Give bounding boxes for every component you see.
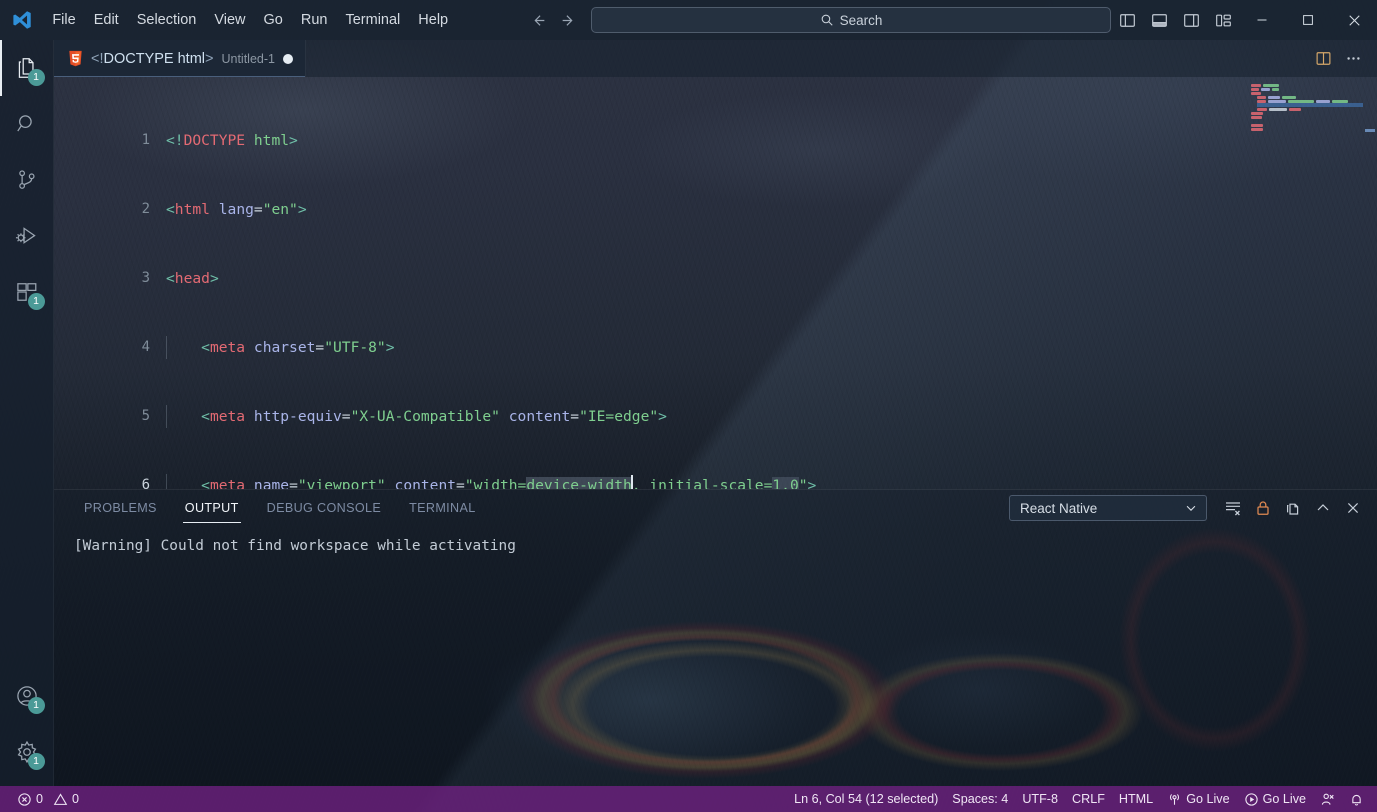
chevron-up-icon[interactable]	[1309, 494, 1337, 522]
editor-selection-status[interactable]: Ln 6, Col 54 (12 selected)	[787, 786, 945, 812]
accounts-button[interactable]: 1	[0, 668, 54, 724]
play-circle-icon	[1244, 792, 1259, 807]
maximize-button[interactable]	[1285, 0, 1331, 40]
split-editor-icon[interactable]	[1309, 45, 1337, 73]
vscode-logo-icon	[0, 9, 43, 31]
notifications-status[interactable]	[1342, 786, 1371, 812]
sidebar-item-extensions[interactable]: 1	[0, 264, 54, 320]
line-number: 3	[141, 270, 150, 286]
go-live-play-status[interactable]: Go Live	[1237, 786, 1313, 812]
warning-triangle-icon	[53, 792, 68, 807]
close-button[interactable]	[1331, 0, 1377, 40]
remote-status[interactable]	[1313, 786, 1342, 812]
editor-tab-label: <!DOCTYPE html>	[91, 51, 213, 67]
minimize-button[interactable]	[1239, 0, 1285, 40]
title-bar: File Edit Selection View Go Run Terminal…	[0, 0, 1377, 40]
word-match-highlight: 1.0	[772, 476, 799, 489]
indentation-status[interactable]: Spaces: 4	[945, 786, 1015, 812]
output-channel-value: React Native	[1020, 500, 1098, 516]
menu-item-help[interactable]: Help	[409, 0, 457, 40]
code-line: 6 <meta name="viewport" content="width=d…	[54, 474, 1377, 489]
ellipsis-icon[interactable]	[1339, 45, 1367, 73]
code-line: 5 <meta http-equiv="X-UA-Compatible" con…	[54, 405, 1377, 429]
code-line: 3 <head>	[54, 267, 1377, 290]
arrow-left-icon[interactable]	[525, 7, 551, 33]
go-live-broadcast-status[interactable]: Go Live	[1160, 786, 1236, 812]
bell-icon	[1349, 792, 1364, 807]
language-mode-status[interactable]: HTML	[1112, 786, 1160, 812]
eol-status[interactable]: CRLF	[1065, 786, 1112, 812]
broadcast-icon	[1167, 792, 1182, 807]
tab-output[interactable]: Output	[175, 490, 249, 526]
accounts-badge: 1	[27, 697, 45, 714]
line-number: 6	[141, 477, 150, 489]
code-line: 1 <!DOCTYPE html>	[54, 129, 1377, 152]
remote-person-icon	[1320, 792, 1335, 807]
tab-label-main: DOCTYPE html	[103, 50, 206, 67]
tab-debug-console[interactable]: Debug Console	[257, 490, 391, 526]
toggle-panel-button[interactable]	[1143, 0, 1175, 40]
editor-minimap[interactable]	[1245, 77, 1363, 489]
menu-item-file[interactable]: File	[43, 0, 84, 40]
arrow-right-icon[interactable]	[555, 7, 581, 33]
sidebar-item-search[interactable]	[0, 96, 54, 152]
html5-file-icon	[68, 50, 83, 67]
sidebar-item-run-and-debug[interactable]	[0, 208, 54, 264]
tab-problems[interactable]: Problems	[74, 490, 167, 526]
toggle-secondary-sidebar-button[interactable]	[1175, 0, 1207, 40]
warning-count: 0	[72, 792, 80, 806]
tab-terminal[interactable]: Terminal	[399, 490, 485, 526]
tab-label-suffix: >	[205, 50, 214, 67]
error-circle-icon	[17, 792, 32, 807]
menu-item-go[interactable]: Go	[255, 0, 292, 40]
code-editor[interactable]: 1 <!DOCTYPE html> 2 <html lang="en"> 3 <hea…	[54, 77, 1377, 489]
status-bar: 0 0 Ln 6, Col 54 (12 selected) Spaces: 4…	[0, 786, 1377, 812]
clear-all-icon[interactable]	[1219, 494, 1247, 522]
menu-item-terminal[interactable]: Terminal	[336, 0, 409, 40]
menu-item-view[interactable]: View	[205, 0, 254, 40]
menu-item-selection[interactable]: Selection	[128, 0, 206, 40]
error-count: 0	[36, 792, 44, 806]
go-live-play-label: Go Live	[1262, 792, 1306, 806]
line-number: 2	[141, 201, 150, 217]
editor-selection: device-width	[526, 476, 632, 489]
output-channel-select[interactable]: React Native	[1009, 495, 1207, 521]
search-placeholder: Search	[839, 12, 883, 28]
chevron-down-icon	[1184, 501, 1198, 515]
line-number: 1	[141, 132, 150, 148]
settings-badge: 1	[27, 753, 45, 770]
menu-bar[interactable]: File Edit Selection View Go Run Terminal…	[43, 0, 457, 40]
encoding-status[interactable]: UTF-8	[1015, 786, 1065, 812]
output-view[interactable]: [Warning] Could not find workspace while…	[54, 526, 1377, 786]
code-line: 4 <meta charset="UTF-8">	[54, 336, 1377, 360]
settings-button[interactable]: 1	[0, 724, 54, 780]
line-number: 5	[141, 408, 150, 424]
problems-status[interactable]: 0 0	[10, 786, 86, 812]
customize-layout-button[interactable]	[1207, 0, 1239, 40]
toggle-primary-sidebar-button[interactable]	[1111, 0, 1143, 40]
output-line: [Warning] Could not find workspace while…	[74, 538, 516, 554]
bottom-panel: Problems Output Debug Console Terminal R…	[54, 489, 1377, 786]
unsaved-dot-icon[interactable]	[282, 53, 293, 64]
menu-item-edit[interactable]: Edit	[85, 0, 128, 40]
editor-vertical-scrollbar[interactable]	[1363, 77, 1377, 489]
menu-item-run[interactable]: Run	[292, 0, 337, 40]
sidebar-item-explorer[interactable]: 1	[0, 40, 54, 96]
tab-label-prefix: <!	[91, 50, 104, 67]
search-input[interactable]: Search	[591, 7, 1111, 33]
editor-tab-description: Untitled-1	[221, 51, 275, 66]
extensions-badge: 1	[27, 293, 45, 310]
editor-tab[interactable]: <!DOCTYPE html> Untitled-1	[54, 40, 306, 77]
lock-icon[interactable]	[1249, 494, 1277, 522]
go-live-broadcast-label: Go Live	[1186, 792, 1230, 806]
line-number: 4	[141, 339, 150, 355]
open-in-editor-icon[interactable]	[1279, 494, 1307, 522]
code-line: 2 <html lang="en">	[54, 198, 1377, 221]
search-icon	[820, 13, 834, 27]
sidebar-item-source-control[interactable]	[0, 152, 54, 208]
close-icon[interactable]	[1339, 494, 1367, 522]
activity-bar: 1 1 1 1	[0, 40, 54, 786]
explorer-badge: 1	[27, 69, 45, 86]
editor-tab-bar: <!DOCTYPE html> Untitled-1	[54, 40, 1377, 77]
